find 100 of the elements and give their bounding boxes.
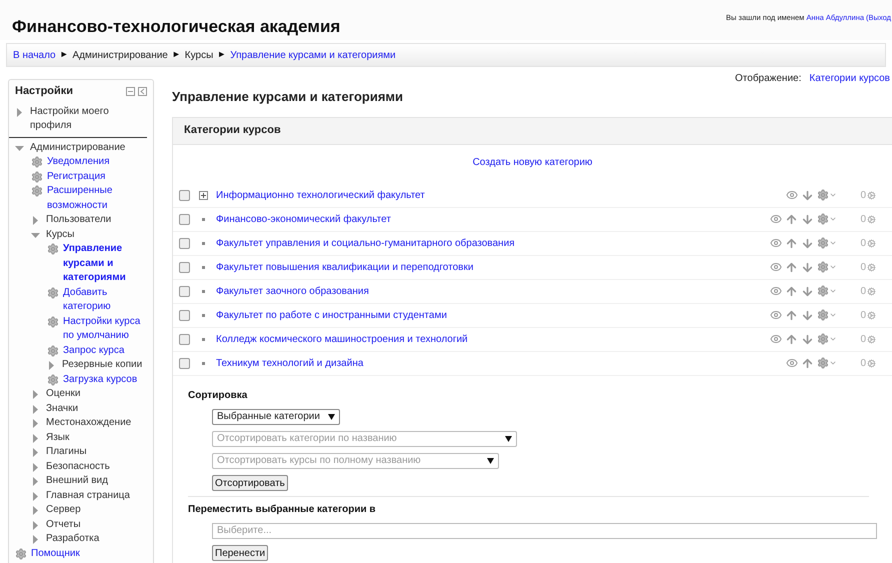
checkbox[interactable] xyxy=(179,262,190,272)
eye-icon[interactable] xyxy=(770,333,782,345)
sidebar-item[interactable]: Пользователи xyxy=(46,213,112,228)
sidebar-link[interactable]: Настройки курса по умолчанию xyxy=(63,314,147,344)
arrow-down-icon[interactable] xyxy=(801,332,814,346)
sidebar-link[interactable]: Добавить категорию xyxy=(63,286,147,314)
expand-icon[interactable] xyxy=(198,190,208,200)
collapsed-arrow-icon[interactable] xyxy=(15,108,24,116)
arrow-up-icon[interactable] xyxy=(785,308,798,322)
breadcrumb-link[interactable]: В начало xyxy=(13,48,56,62)
caret-icon[interactable] xyxy=(829,287,837,295)
sidebar-item[interactable]: Администрирование xyxy=(30,140,126,155)
gear-icon xyxy=(31,156,43,168)
sidebar-link[interactable]: Запрос курса xyxy=(63,344,124,358)
breadcrumb-item: Курсы xyxy=(184,48,214,62)
sidebar-item[interactable]: Внешний вид xyxy=(46,474,108,488)
category-link[interactable]: Информационно технологический факультет xyxy=(216,188,757,202)
category-link[interactable]: Факультет по работе с иностранными студентами xyxy=(216,308,757,322)
sidebar-item[interactable]: Настройки моего профиля xyxy=(30,104,147,134)
caret-icon[interactable] xyxy=(829,215,837,223)
eye-icon[interactable] xyxy=(770,213,782,225)
gear-icon[interactable] xyxy=(817,189,829,201)
sidebar-item[interactable]: Плагины xyxy=(46,445,87,460)
eye-icon[interactable] xyxy=(786,189,798,201)
gear-icon[interactable] xyxy=(817,285,829,297)
checkbox[interactable] xyxy=(179,190,190,200)
arrow-down-icon[interactable] xyxy=(801,260,814,274)
arrow-down-icon[interactable] xyxy=(801,308,814,322)
breadcrumb-link[interactable]: Управление курсами и категориями xyxy=(230,48,396,62)
category-link[interactable]: Факультет заочного образования xyxy=(216,284,757,298)
caret-icon[interactable] xyxy=(829,263,837,271)
arrow-down-icon[interactable] xyxy=(801,188,814,202)
category-link[interactable]: Факультет повышения квалификации и переподготовки xyxy=(216,260,757,274)
eye-icon[interactable] xyxy=(770,261,782,273)
sidebar-item[interactable]: Резервные копии xyxy=(62,358,142,372)
sidebar-link[interactable]: Уведомления xyxy=(47,155,110,170)
arrow-down-icon[interactable] xyxy=(801,236,814,250)
collapse-icon[interactable] xyxy=(126,86,135,96)
category-field[interactable]: Выберите... xyxy=(212,522,877,538)
checkbox[interactable] xyxy=(179,334,190,344)
sidebar-item[interactable]: Местонахождение xyxy=(46,416,132,430)
sidebar-item[interactable]: Безопасность xyxy=(46,460,110,474)
gear-icon xyxy=(47,344,59,356)
checkbox[interactable] xyxy=(179,286,190,296)
sidebar-item[interactable]: Курсы xyxy=(46,228,74,242)
arrow-up-icon[interactable] xyxy=(801,356,814,370)
gear-icon xyxy=(867,358,876,368)
category-link[interactable]: Техникум технологий и дизайна xyxy=(216,356,757,370)
checkbox[interactable] xyxy=(179,358,190,368)
sidebar-link[interactable]: Расширенные возможности xyxy=(47,184,147,213)
arrow-up-icon[interactable] xyxy=(785,236,798,250)
checkbox[interactable] xyxy=(179,310,190,320)
move-button[interactable]: Перенести xyxy=(212,544,268,560)
arrow-down-icon[interactable] xyxy=(801,284,814,298)
sidebar-item[interactable]: Разработка xyxy=(46,532,100,546)
sidebar-link[interactable]: Помощник xyxy=(31,546,80,561)
create-category-link[interactable]: Создать новую категорию xyxy=(472,154,592,170)
sidebar-link[interactable]: Управление курсами и категориями xyxy=(63,242,147,286)
sidebar-link[interactable]: Регистрация xyxy=(47,170,106,184)
eye-icon[interactable] xyxy=(770,309,782,321)
collapsed-arrow-icon[interactable] xyxy=(31,216,40,225)
category-link[interactable]: Финансово-экономический факультет xyxy=(216,212,757,226)
gear-icon[interactable] xyxy=(817,213,829,225)
expanded-arrow-icon[interactable] xyxy=(31,230,40,240)
category-link[interactable]: Колледж космического машиностроения и технологий xyxy=(216,332,757,346)
eye-icon[interactable] xyxy=(770,285,782,297)
caret-icon[interactable] xyxy=(829,335,837,343)
expanded-arrow-icon[interactable] xyxy=(15,144,24,152)
collapsed-arrow-icon[interactable] xyxy=(47,361,56,370)
caret-icon[interactable] xyxy=(829,239,837,247)
caret-icon[interactable] xyxy=(829,311,837,319)
view-dropdown[interactable]: Категории курсов xyxy=(809,71,890,86)
gear-icon xyxy=(867,190,876,200)
arrow-up-icon[interactable] xyxy=(785,332,798,346)
sidebar-item[interactable]: Значки xyxy=(46,402,78,416)
sidebar-item[interactable]: Язык xyxy=(46,430,70,445)
sidebar-item[interactable]: Сервер xyxy=(46,503,81,518)
sidebar-link[interactable]: Загрузка курсов xyxy=(63,372,138,387)
arrow-up-icon[interactable] xyxy=(785,260,798,274)
gear-icon[interactable] xyxy=(817,357,829,369)
checkbox[interactable] xyxy=(179,238,190,248)
gear-icon[interactable] xyxy=(817,333,829,345)
gear-icon[interactable] xyxy=(817,261,829,273)
arrow-down-icon[interactable] xyxy=(801,212,814,226)
checkbox[interactable] xyxy=(179,214,190,224)
arrow-up-icon[interactable] xyxy=(785,284,798,298)
gear-icon[interactable] xyxy=(817,309,829,321)
dock-icon[interactable] xyxy=(138,86,147,96)
sidebar-item[interactable]: Оценки xyxy=(46,387,80,402)
eye-icon[interactable] xyxy=(770,237,782,249)
gear-icon[interactable] xyxy=(817,237,829,249)
sidebar-item[interactable]: Главная страница xyxy=(46,488,130,503)
eye-icon[interactable] xyxy=(786,357,798,369)
caret-icon[interactable] xyxy=(829,191,837,199)
sort-button[interactable]: Отсортировать xyxy=(212,474,288,490)
arrow-up-icon[interactable] xyxy=(785,212,798,226)
category-link[interactable]: Факультет управления и социально-гуманитарного образования xyxy=(216,236,757,250)
dropdown-select[interactable]: Выбранные категории xyxy=(212,408,340,424)
caret-icon[interactable] xyxy=(829,359,837,367)
sidebar-item[interactable]: Отчеты xyxy=(46,518,81,532)
